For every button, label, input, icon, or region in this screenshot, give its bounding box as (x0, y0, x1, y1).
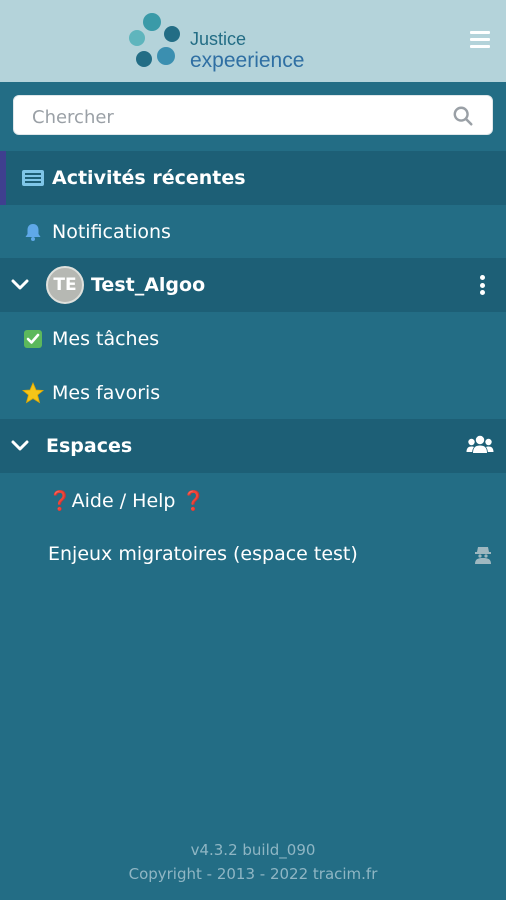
logo-mark-icon (129, 13, 180, 67)
chevron-down-icon[interactable] (8, 434, 32, 458)
chevron-down-icon[interactable] (8, 273, 32, 297)
nav-recent-activities[interactable]: Activités récentes (0, 151, 506, 205)
user-secret-icon (472, 543, 494, 565)
bell-icon (21, 220, 45, 244)
logo-line2: expeerience (190, 49, 305, 72)
nav-notifications[interactable]: Notifications (0, 205, 506, 259)
checkbox-checked-icon (21, 327, 45, 351)
newspaper-icon (21, 166, 45, 190)
app-logo[interactable]: Justice expeerience (126, 8, 336, 74)
user-name: Test_Algoo (91, 274, 206, 296)
users-group-icon[interactable] (466, 434, 494, 456)
hamburger-icon[interactable] (470, 31, 490, 49)
nav-my-favorites[interactable]: Mes favoris (0, 366, 506, 420)
nav-notifications-label: Notifications (52, 221, 171, 243)
kebab-menu-icon[interactable] (480, 275, 486, 295)
spaces-header[interactable]: Espaces (0, 419, 506, 473)
copyright-text: Copyright - 2013 - 2022 tracim.fr (128, 865, 378, 883)
search-bar (13, 95, 493, 135)
logo-text: Justice expeerience (190, 30, 304, 71)
nav-my-tasks-label: Mes tâches (52, 328, 160, 350)
star-icon (21, 381, 45, 405)
app-header: Justice expeerience (0, 0, 506, 82)
space-item-label: ❓Aide / Help ❓ (48, 489, 206, 512)
avatar: TE (46, 266, 84, 304)
nav-my-favorites-label: Mes favoris (52, 382, 161, 404)
space-item-help[interactable]: ❓Aide / Help ❓ (0, 473, 506, 527)
user-row[interactable]: TE Test_Algoo (0, 258, 506, 312)
search-input[interactable] (30, 102, 444, 132)
space-item-migration[interactable]: Enjeux migratoires (espace test) (0, 527, 506, 581)
nav-recent-activities-label: Activités récentes (52, 167, 246, 189)
nav-my-tasks[interactable]: Mes tâches (0, 312, 506, 366)
search-icon[interactable] (452, 105, 474, 127)
spaces-title: Espaces (46, 435, 133, 457)
active-indicator (0, 151, 6, 205)
space-item-label: Enjeux migratoires (espace test) (48, 543, 358, 565)
version-text: v4.3.2 build_090 (190, 841, 316, 859)
logo-line1: Justice (190, 29, 247, 49)
